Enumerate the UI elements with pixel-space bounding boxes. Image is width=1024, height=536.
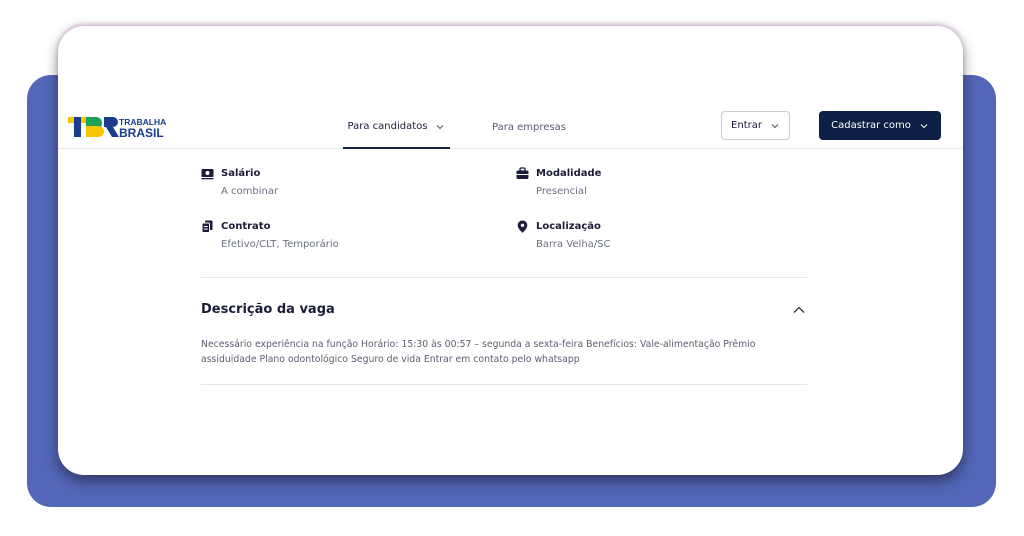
money-icon	[201, 168, 214, 179]
location-label: Localização	[536, 220, 601, 232]
chevron-down-icon	[771, 123, 779, 128]
modality-info: Modalidade Presencial	[516, 166, 766, 197]
login-button-label: Entrar	[731, 120, 762, 131]
documents-icon	[201, 220, 213, 233]
signup-button-label: Cadastrar como	[831, 120, 911, 131]
section-divider	[201, 384, 807, 385]
job-detail-window: TRABALHA BRASIL Para candidatos Para emp…	[58, 26, 963, 475]
modality-label: Modalidade	[536, 167, 602, 179]
salary-value: A combinar	[221, 186, 279, 197]
chevron-down-icon	[437, 124, 444, 129]
nav-for-candidates-label: Para candidatos	[347, 121, 428, 132]
section-divider	[201, 277, 807, 278]
chevron-down-icon	[920, 123, 928, 128]
nav-for-companies[interactable]: Para empresas	[476, 106, 582, 149]
logo-text-bottom: BRASIL	[119, 126, 164, 140]
contract-label: Contrato	[221, 220, 271, 232]
contract-info: Contrato Efetivo/CLT, Temporário	[201, 219, 451, 250]
chevron-up-icon[interactable]	[792, 304, 806, 316]
contract-value: Efetivo/CLT, Temporário	[221, 239, 339, 250]
site-header: TRABALHA BRASIL Para candidatos Para emp…	[58, 106, 963, 149]
signup-button[interactable]: Cadastrar como	[819, 111, 941, 140]
briefcase-icon	[516, 166, 529, 179]
trabalha-brasil-logo[interactable]: TRABALHA BRASIL	[68, 112, 188, 142]
modality-value: Presencial	[536, 186, 587, 197]
nav-for-companies-label: Para empresas	[492, 122, 566, 133]
location-info: Localização Barra Velha/SC	[516, 219, 766, 250]
description-title: Descrição da vaga	[201, 302, 335, 317]
map-pin-icon	[517, 220, 528, 233]
location-value: Barra Velha/SC	[536, 239, 611, 250]
salary-info: Salário A combinar	[201, 166, 451, 197]
salary-label: Salário	[221, 167, 261, 179]
nav-for-candidates[interactable]: Para candidatos	[343, 106, 450, 149]
login-button[interactable]: Entrar	[721, 111, 790, 140]
description-text: Necessário experiência na função Horário…	[201, 339, 756, 365]
